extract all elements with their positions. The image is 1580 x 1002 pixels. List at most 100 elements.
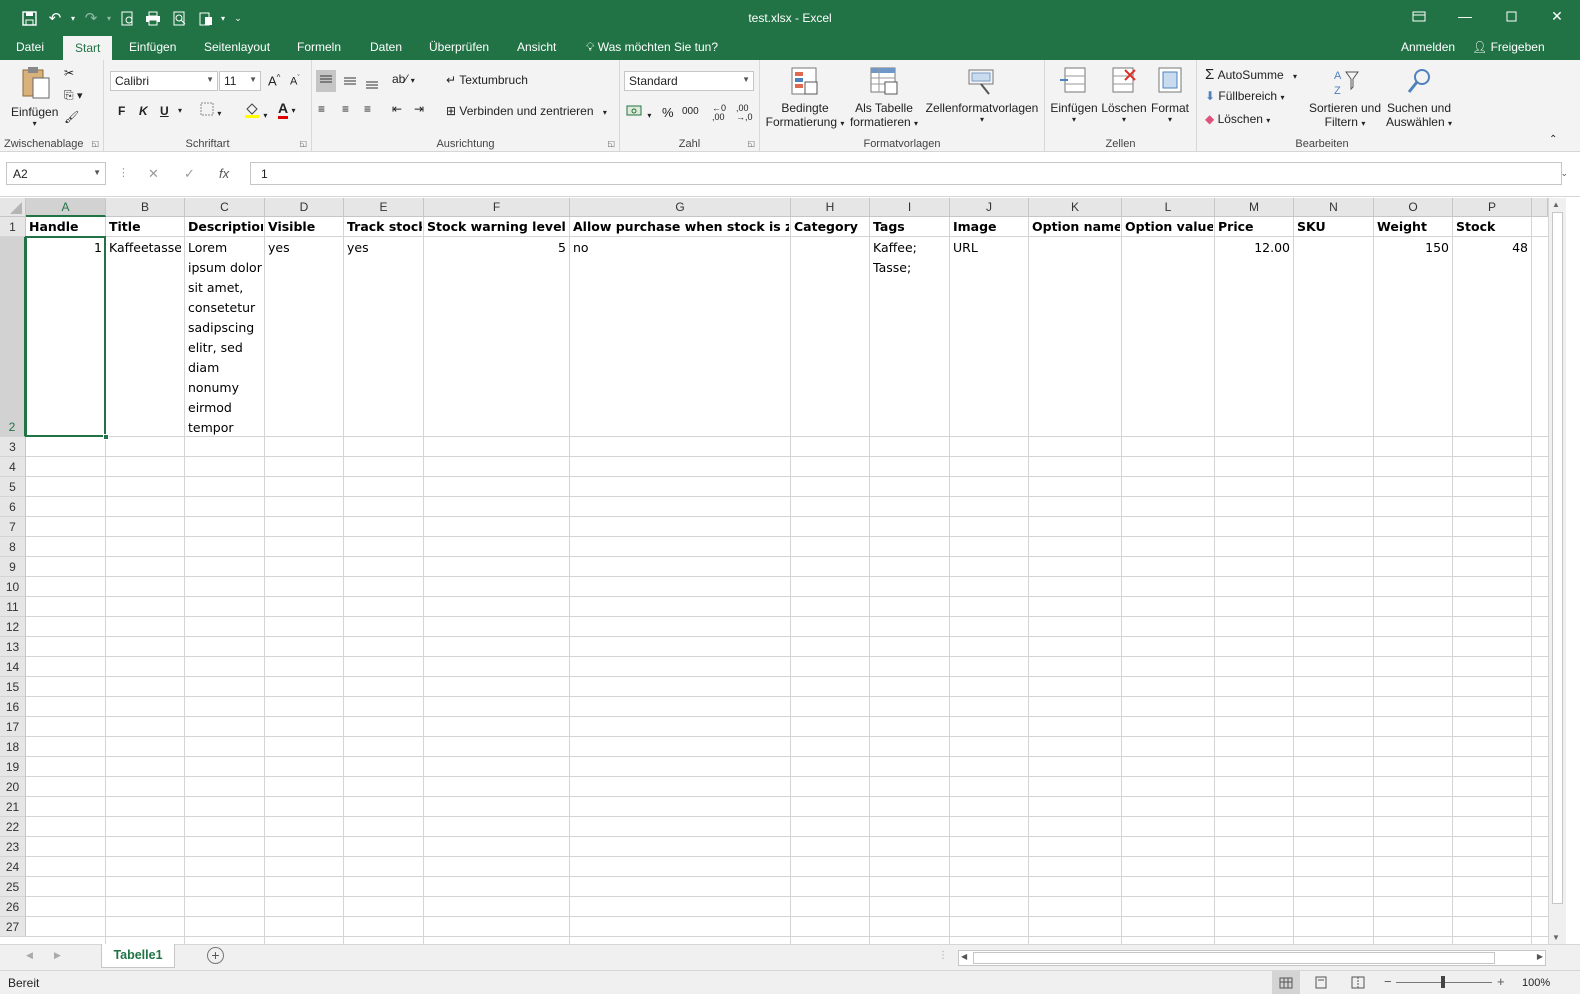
spreadsheet-grid[interactable]: A B C D E F G H I J K L M N O P 1 2 3 4 5 6 7 8 9 10 11 12 13 14 15 16 1… (0, 198, 1548, 944)
add-sheet-icon[interactable]: + (207, 947, 224, 964)
row-header[interactable]: 20 (0, 777, 26, 797)
row-header[interactable]: 21 (0, 797, 26, 817)
row-header[interactable]: 9 (0, 557, 26, 577)
column-header[interactable]: C (185, 198, 265, 217)
accounting-format-icon[interactable]: ▾ (626, 104, 651, 121)
column-header[interactable]: P (1453, 198, 1532, 217)
shrink-font-icon[interactable]: Aˇ (290, 75, 300, 88)
fill-color-icon[interactable]: ▾ (244, 102, 267, 121)
tab-split-handle-icon[interactable]: ⋮ (938, 950, 948, 961)
increase-decimal-icon[interactable]: ←0,00 (712, 104, 726, 122)
page-layout-view-icon[interactable] (1314, 976, 1328, 992)
header-cell[interactable]: Visible (268, 217, 342, 237)
scroll-down-icon[interactable]: ▼ (1552, 933, 1560, 942)
increase-indent-icon[interactable]: ⇥ (414, 102, 424, 116)
decrease-decimal-icon[interactable]: ,00 →,0 (736, 104, 753, 122)
tab-ansicht[interactable]: Ansicht (517, 40, 556, 54)
row-header[interactable]: 14 (0, 657, 26, 677)
column-header[interactable]: E (344, 198, 424, 217)
copy-icon[interactable]: ⎘ ▾ (64, 88, 82, 103)
sort-filter-button[interactable]: AZ Sortieren und Filtern ▾ (1307, 66, 1383, 129)
insert-cells-button[interactable]: Einfügen ▾ (1049, 66, 1099, 124)
maximize-icon[interactable] (1488, 0, 1534, 32)
font-launcher-icon[interactable]: ◱ (299, 139, 307, 148)
tab-start[interactable]: Start (63, 36, 113, 60)
collapse-ribbon-icon[interactable]: ⌃ (1549, 134, 1557, 145)
header-cell[interactable]: Description (188, 217, 263, 237)
confirm-entry-icon[interactable]: ✓ (184, 166, 195, 182)
scroll-up-icon[interactable]: ▲ (1552, 200, 1560, 209)
alignment-launcher-icon[interactable]: ◱ (607, 139, 615, 148)
name-box[interactable]: A2 ▼ (6, 162, 106, 185)
column-header[interactable]: B (106, 198, 185, 217)
next-sheet-icon[interactable]: ▶ (54, 950, 61, 961)
align-middle-icon[interactable] (340, 70, 360, 95)
row-header[interactable]: 7 (0, 517, 26, 537)
column-header[interactable]: O (1374, 198, 1453, 217)
tab-daten[interactable]: Daten (370, 40, 402, 54)
row-header[interactable]: 8 (0, 537, 26, 557)
header-cell[interactable]: Tags (873, 217, 948, 237)
number-launcher-icon[interactable]: ◱ (747, 139, 755, 148)
row-header[interactable]: 23 (0, 837, 26, 857)
row-header[interactable]: 27 (0, 917, 26, 937)
select-all-corner[interactable] (0, 198, 26, 217)
tab-datei[interactable]: Datei (16, 40, 44, 54)
column-header[interactable]: J (950, 198, 1029, 217)
scroll-right-icon[interactable]: ▶ (1537, 952, 1543, 961)
column-header[interactable]: D (265, 198, 344, 217)
sheet-tab-tabelle1[interactable]: Tabelle1 (101, 944, 175, 968)
row-header[interactable]: 24 (0, 857, 26, 877)
header-cell[interactable]: Category (794, 217, 868, 237)
horizontal-scroll-thumb[interactable] (973, 952, 1495, 964)
align-left-icon[interactable]: ≡ (318, 102, 325, 116)
row-header[interactable]: 26 (0, 897, 26, 917)
row-header[interactable]: 13 (0, 637, 26, 657)
row-header[interactable]: 5 (0, 477, 26, 497)
align-center-icon[interactable]: ≡ (342, 102, 349, 116)
number-format-combo[interactable]: Standard ▼ (624, 71, 754, 91)
format-as-table-button[interactable]: Als Tabelle formatieren ▾ (848, 66, 920, 129)
row-header[interactable]: 19 (0, 757, 26, 777)
expand-formula-bar-icon[interactable]: ⌄ (1560, 168, 1568, 179)
delete-cells-button[interactable]: Löschen ▾ (1099, 66, 1149, 124)
header-cell[interactable]: Weight (1377, 217, 1451, 237)
find-select-button[interactable]: Suchen und Auswählen ▾ (1383, 66, 1455, 129)
tab-ueberpruefen[interactable]: Überprüfen (429, 40, 489, 54)
row-header[interactable]: 1 (0, 217, 26, 237)
paste-button[interactable]: Einfügen ▾ (11, 66, 58, 128)
column-header[interactable]: M (1215, 198, 1294, 217)
merge-center-button[interactable]: ⊞ Verbinden und zentrieren ▾ (446, 104, 607, 118)
autosum-button[interactable]: Σ AutoSumme ▾ (1205, 66, 1297, 83)
tab-einfuegen[interactable]: Einfügen (129, 40, 176, 54)
header-cell[interactable]: Stock (1456, 217, 1530, 237)
row-header[interactable]: 25 (0, 877, 26, 897)
decrease-indent-icon[interactable]: ⇤ (392, 102, 402, 116)
row-header[interactable]: 16 (0, 697, 26, 717)
cell-weight[interactable]: 150 (1377, 238, 1449, 258)
normal-view-icon[interactable] (1272, 971, 1300, 994)
cut-icon[interactable]: ✂ (64, 66, 74, 80)
vertical-scrollbar[interactable]: ▲ ▼ (1548, 198, 1566, 944)
cancel-entry-icon[interactable]: ✕ (148, 166, 159, 182)
row-header[interactable]: 18 (0, 737, 26, 757)
orientation-icon[interactable]: ab⁄ ▾ (392, 72, 415, 86)
fill-handle[interactable] (103, 434, 109, 440)
font-size-combo[interactable]: 11 ▼ (219, 71, 261, 91)
clear-button[interactable]: ◆ Löschen ▾ (1205, 112, 1270, 126)
column-header[interactable]: G (570, 198, 791, 217)
row-header[interactable]: 15 (0, 677, 26, 697)
header-cell[interactable]: Allow purchase when stock is zero (573, 217, 789, 237)
row-header[interactable]: 17 (0, 717, 26, 737)
formula-input[interactable]: 1 (250, 162, 1562, 185)
thousands-separator-button[interactable]: 000 (682, 106, 699, 117)
font-name-combo[interactable]: Calibri ▼ (110, 71, 218, 91)
header-cell[interactable]: Handle (29, 217, 104, 237)
insert-function-icon[interactable]: fx (219, 166, 229, 181)
ribbon-display-options-icon[interactable] (1396, 0, 1442, 32)
page-break-view-icon[interactable] (1351, 976, 1365, 992)
font-color-icon[interactable]: A ▾ (278, 100, 295, 119)
row-header[interactable]: 11 (0, 597, 26, 617)
format-cells-button[interactable]: Format ▾ (1147, 66, 1193, 124)
header-cell[interactable]: Stock warning level (427, 217, 568, 237)
